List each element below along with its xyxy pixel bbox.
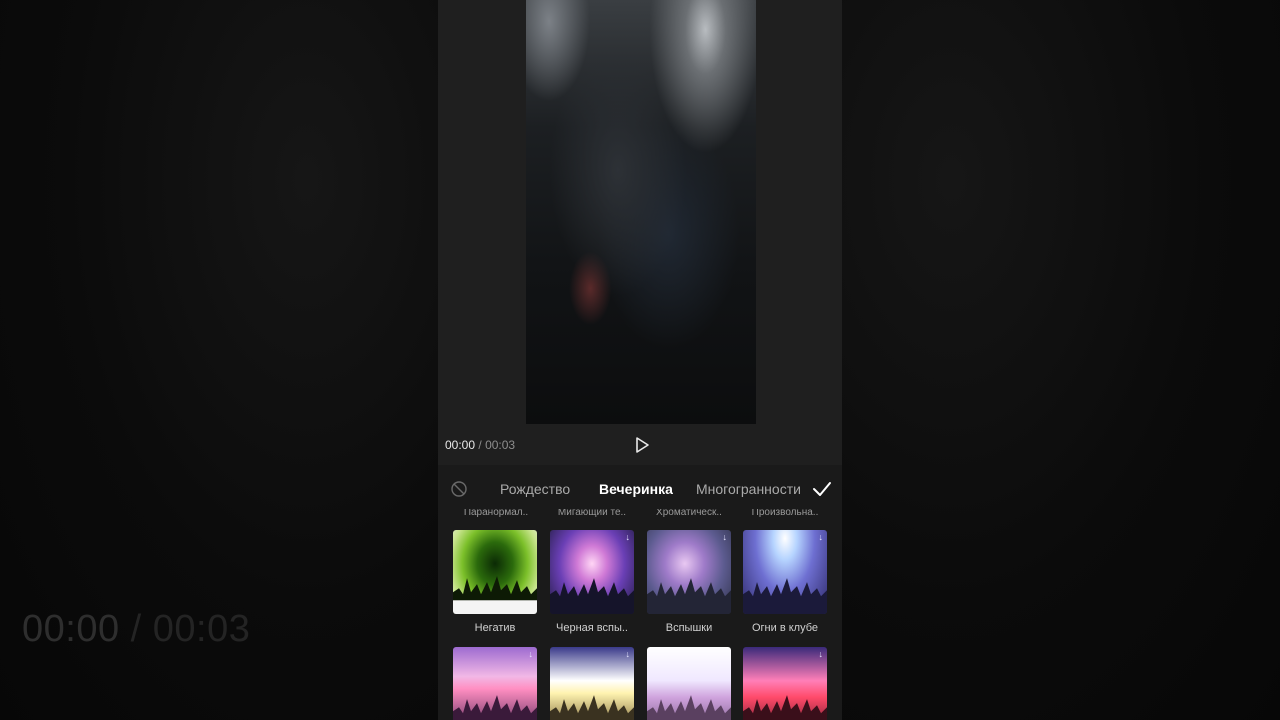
download-icon: ↓ <box>528 649 534 659</box>
background-time-display: 00:00 / 00:03 <box>22 608 250 651</box>
download-icon: ↓ <box>818 532 824 542</box>
effect-item[interactable]: ↓ Огни в клубе <box>743 530 827 634</box>
effect-label: Черная вспы.. <box>556 622 628 634</box>
crowd-silhouette-icon <box>647 694 731 720</box>
effect-item[interactable]: Негатив <box>453 530 537 634</box>
effect-label: Огни в клубе <box>751 622 819 634</box>
background-time-separator: / <box>130 608 142 650</box>
download-icon: ↓ <box>625 532 631 542</box>
phone-screen: 00:00 / 00:03 Рождество Вечеринка Многог… <box>438 0 842 720</box>
no-effect-icon[interactable] <box>450 480 468 498</box>
effect-thumbnail[interactable] <box>647 647 731 720</box>
tab-christmas[interactable]: Рождество <box>500 481 570 497</box>
effect-thumbnail[interactable]: ↓ <box>453 647 537 720</box>
effect-label-cut: Мигающий те.. <box>557 509 627 517</box>
time-total: 00:03 <box>485 438 516 452</box>
effect-thumbnail[interactable]: ↓ <box>743 530 827 614</box>
background-time-current: 00:00 <box>22 608 120 650</box>
category-tabs: Рождество Вечеринка Многогранности <box>438 465 842 511</box>
effect-item[interactable]: ↓ <box>743 647 827 720</box>
effect-thumbnail[interactable]: ↓ <box>647 530 731 614</box>
tab-multifaceted[interactable]: Многогранности <box>696 481 804 497</box>
effect-thumbnail[interactable]: ↓ <box>743 647 827 720</box>
effects-panel: Рождество Вечеринка Многогранности Паран… <box>438 465 842 720</box>
crowd-silhouette-icon <box>550 694 634 720</box>
effect-item[interactable]: ↓ Вспышки <box>647 530 731 634</box>
play-icon[interactable] <box>632 435 652 455</box>
effect-item[interactable] <box>647 647 731 720</box>
crowd-silhouette-icon <box>550 577 634 614</box>
check-icon[interactable] <box>811 479 833 499</box>
crowd-silhouette-icon <box>453 694 537 720</box>
tab-party[interactable]: Вечеринка <box>599 481 673 497</box>
effect-thumbnail[interactable]: ↓ <box>550 530 634 614</box>
time-current: 00:00 <box>445 438 476 452</box>
effect-thumbnail[interactable]: ↓ <box>550 647 634 720</box>
background-time-total: 00:03 <box>152 608 251 650</box>
effect-item[interactable]: ↓ <box>550 647 634 720</box>
time-display: 00:00 / 00:03 <box>445 438 515 452</box>
download-icon: ↓ <box>722 532 728 542</box>
effect-label: Негатив <box>474 622 516 634</box>
effect-item[interactable]: ↓ Черная вспы.. <box>550 530 634 634</box>
effect-label: Вспышки <box>665 622 713 634</box>
crowd-silhouette-icon <box>453 575 537 614</box>
effect-label-cut: Произвольна.. <box>751 509 819 517</box>
crowd-silhouette-icon <box>743 577 827 614</box>
time-separator: / <box>478 438 482 452</box>
download-icon: ↓ <box>818 649 824 659</box>
crowd-silhouette-icon <box>743 694 827 720</box>
crowd-silhouette-icon <box>647 577 731 614</box>
video-preview[interactable] <box>526 0 756 424</box>
playback-bar: 00:00 / 00:03 <box>438 428 842 462</box>
effect-label-cut: Хроматическ.. <box>656 509 722 517</box>
effect-label-cut: Паранормал.. <box>463 509 529 517</box>
blurred-background-right <box>842 0 1280 720</box>
download-icon: ↓ <box>625 649 631 659</box>
effect-item[interactable]: ↓ <box>453 647 537 720</box>
effect-thumbnail[interactable] <box>453 530 537 614</box>
